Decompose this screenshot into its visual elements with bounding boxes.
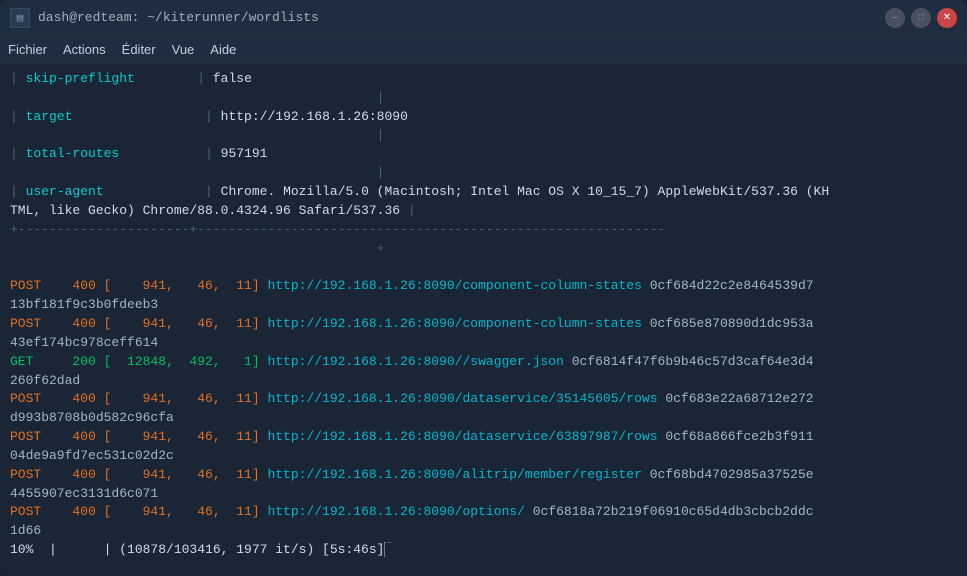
- minimize-button[interactable]: –: [885, 8, 905, 28]
- req-row-4a: POST 400 [ 941, 46, 11] http://192.168.1…: [10, 390, 957, 409]
- req-row-4b: d993b8708b0d582c96cfa: [10, 409, 957, 428]
- req-row-3b: 260f62dad: [10, 372, 957, 391]
- table-row-useragent1: | user-agent | Chrome. Mozilla/5.0 (Maci…: [10, 183, 957, 202]
- req-row-1b: 13bf181f9c3b0fdeeb3: [10, 296, 957, 315]
- req-row-7a: POST 400 [ 941, 46, 11] http://192.168.1…: [10, 503, 957, 522]
- spacer3: |: [10, 164, 957, 183]
- titlebar-controls: – □ ✕: [885, 8, 957, 28]
- req-row-1a: POST 400 [ 941, 46, 11] http://192.168.1…: [10, 277, 957, 296]
- menu-vue[interactable]: Vue: [172, 42, 195, 57]
- menu-actions[interactable]: Actions: [63, 42, 106, 57]
- req-row-2a: POST 400 [ 941, 46, 11] http://192.168.1…: [10, 315, 957, 334]
- menu-aide[interactable]: Aide: [210, 42, 236, 57]
- close-button[interactable]: ✕: [937, 8, 957, 28]
- req-row-7b: 1d66: [10, 522, 957, 541]
- spacer2: |: [10, 127, 957, 146]
- req-row-6b: 4455907ec3131d6c071: [10, 485, 957, 504]
- spacer1: |: [10, 89, 957, 108]
- window-icon: ▤: [10, 8, 30, 28]
- menubar: Fichier Actions Éditer Vue Aide: [0, 36, 967, 64]
- req-row-6a: POST 400 [ 941, 46, 11] http://192.168.1…: [10, 466, 957, 485]
- menu-editer[interactable]: Éditer: [122, 42, 156, 57]
- table-row-routes: | total-routes | 957191: [10, 145, 957, 164]
- req-row-3a: GET 200 [ 12848, 492, 1] http://192.168.…: [10, 353, 957, 372]
- table-separator2: +: [10, 240, 957, 259]
- table-row-target: | target | http://192.168.1.26:8090: [10, 108, 957, 127]
- table-row-useragent2: TML, like Gecko) Chrome/88.0.4324.96 Saf…: [10, 202, 957, 221]
- table-separator: +----------------------+----------------…: [10, 221, 957, 240]
- maximize-button[interactable]: □: [911, 8, 931, 28]
- table-row-skip: | skip-preflight | false: [10, 70, 957, 89]
- window-title: dash@redteam: ~/kiterunner/wordlists: [38, 10, 319, 25]
- terminal-window: ▤ dash@redteam: ~/kiterunner/wordlists –…: [0, 0, 967, 576]
- req-row-5a: POST 400 [ 941, 46, 11] http://192.168.1…: [10, 428, 957, 447]
- progress-bar: 10% | | (10878/103416, 1977 it/s) [5s:46…: [10, 541, 957, 560]
- titlebar: ▤ dash@redteam: ~/kiterunner/wordlists –…: [0, 0, 967, 36]
- titlebar-left: ▤ dash@redteam: ~/kiterunner/wordlists: [10, 8, 319, 28]
- req-row-2b: 43ef174bc978ceff614: [10, 334, 957, 353]
- terminal-content[interactable]: | skip-preflight | false | | target | ht…: [0, 64, 967, 576]
- req-row-5b: 04de9a9fd7ec531c02d2c: [10, 447, 957, 466]
- menu-fichier[interactable]: Fichier: [8, 42, 47, 57]
